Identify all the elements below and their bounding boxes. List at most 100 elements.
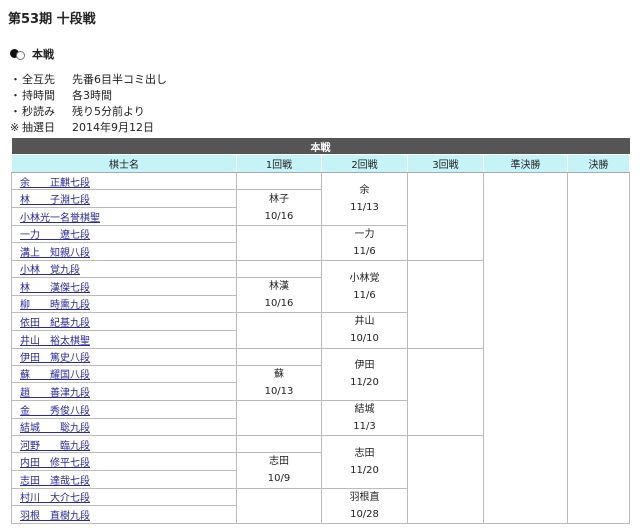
round1-empty-cell <box>236 224 322 261</box>
rule-value: 残り5分前より <box>72 105 145 118</box>
winner-name: 結城 <box>354 404 375 416</box>
round3-cell <box>407 172 484 261</box>
player-link[interactable]: 趙 善津九段 <box>20 388 90 399</box>
winner-name: 林子 <box>269 193 289 205</box>
match-date: 10/16 <box>264 210 294 222</box>
rule-item: ・秒読み 残り5分前より <box>10 105 145 118</box>
match-date: 11/20 <box>350 464 379 476</box>
round3-cell <box>407 259 484 349</box>
rule-label: 全互先 <box>22 73 55 86</box>
round1-empty-cell <box>236 435 322 454</box>
player-link[interactable]: 蘇 耀国八段 <box>20 370 90 381</box>
player-cell: 内田 修平七段 <box>11 452 237 471</box>
winner-name: 伊田 <box>354 360 375 372</box>
player-cell: 一力 遼七段 <box>11 224 237 244</box>
player-cell: 林 漢傑七段 <box>11 277 237 296</box>
player-link[interactable]: 結城 聡九段 <box>20 423 90 434</box>
round2-result: 志田 11/20 <box>321 435 408 489</box>
winner-name: 井山 <box>354 316 375 328</box>
player-cell: 村川 大介七段 <box>11 487 237 507</box>
rule-label: 秒読み <box>22 105 55 118</box>
player-cell: 依田 紀基九段 <box>11 312 237 331</box>
player-link[interactable]: 余 正麒七段 <box>20 178 90 189</box>
match-date: 10/28 <box>350 508 379 520</box>
player-link[interactable]: 伊田 篤史八段 <box>20 353 90 364</box>
player-link[interactable]: 溝上 知親八段 <box>20 248 90 259</box>
match-date: 10/9 <box>267 473 291 485</box>
player-cell: 蘇 耀国八段 <box>11 364 237 384</box>
rule-item: ・全互先 先番6目半コミ出し <box>10 73 167 86</box>
player-link[interactable]: 林 漢傑七段 <box>20 283 90 294</box>
bracket-caption: 本戦 <box>11 138 630 155</box>
round2-result: 結城 11/3 <box>321 399 408 437</box>
tournament-bracket: 本戦 棋士名 1回戦 2回戦 3回戦 準決勝 決勝 余 正麒七段 余 11/13 … <box>11 138 631 525</box>
player-cell: 井山 裕太棋聖 <box>11 329 237 349</box>
player-link[interactable]: 内田 修平七段 <box>20 458 90 469</box>
player-link[interactable]: 小林 覚九段 <box>20 265 80 276</box>
player-link[interactable]: 河野 臨九段 <box>20 441 90 452</box>
player-link[interactable]: 井山 裕太棋聖 <box>20 336 90 347</box>
player-cell: 趙 善津九段 <box>11 382 237 401</box>
match-date: 10/13 <box>264 385 294 397</box>
player-cell: 志田 達哉七段 <box>11 469 237 489</box>
winner-name: 林漢 <box>269 281 289 293</box>
header-player-name: 棋士名 <box>11 154 237 174</box>
round3-cell <box>407 435 484 524</box>
header-final: 決勝 <box>566 154 631 174</box>
player-link[interactable]: 村川 大介七段 <box>20 493 90 504</box>
round1-result: 林漢 10/16 <box>236 277 322 314</box>
winner-name: 志田 <box>354 447 375 459</box>
player-link[interactable]: 依田 紀基九段 <box>20 318 90 329</box>
winner-name: 志田 <box>269 456 289 468</box>
header-semifinal: 準決勝 <box>483 154 568 174</box>
player-cell: 結城 聡九段 <box>11 417 237 437</box>
round1-empty-cell <box>236 312 322 349</box>
match-date: 11/13 <box>350 201 379 213</box>
rule-label: 抽選日 <box>22 121 55 134</box>
round1-result: 志田 10/9 <box>236 452 322 489</box>
player-cell: 林 子淵七段 <box>11 189 237 209</box>
round2-result: 余 11/13 <box>321 172 408 226</box>
round2-result: 一力 11/6 <box>321 224 408 261</box>
player-link[interactable]: 柳 時熏九段 <box>20 300 90 311</box>
rules-list: ・全互先 先番6目半コミ出し ・持時間 各3時間 ・秒読み 残り5分前より ※ 抽選日 2… <box>10 72 167 136</box>
match-date: 10/16 <box>264 298 294 310</box>
player-link[interactable]: 一力 遼七段 <box>20 230 90 241</box>
winner-name: 羽根直 <box>349 491 380 503</box>
rule-label: 持時間 <box>22 89 55 102</box>
player-link[interactable]: 羽根 直樹九段 <box>20 511 90 522</box>
round1-result: 蘇 10/13 <box>236 364 322 401</box>
go-stones-icon <box>10 48 26 60</box>
rule-value: 各3時間 <box>72 89 112 102</box>
header-round-2: 2回戦 <box>321 154 408 174</box>
round1-empty-cell <box>236 487 322 525</box>
page-title: 第53期 十段戦 <box>8 12 96 27</box>
round2-result: 伊田 11/20 <box>321 347 408 401</box>
rule-item: ※ 抽選日 2014年9月12日 <box>10 121 154 134</box>
match-date: 11/3 <box>353 421 376 433</box>
match-date: 11/6 <box>353 245 376 257</box>
winner-name: 余 <box>359 184 370 196</box>
winner-name: 小林覚 <box>349 272 380 284</box>
round2-result: 井山 10/10 <box>321 312 408 349</box>
rule-value: 先番6目半コミ出し <box>72 73 167 86</box>
round1-empty-cell <box>236 347 322 366</box>
player-cell: 小林光一名誉棋聖 <box>11 207 237 226</box>
winner-name: 一力 <box>354 228 375 240</box>
player-link[interactable]: 小林光一名誉棋聖 <box>20 213 100 224</box>
rule-item: ・持時間 各3時間 <box>10 89 112 102</box>
player-link[interactable]: 金 秀俊八段 <box>20 406 90 417</box>
player-cell: 羽根 直樹九段 <box>11 505 237 524</box>
player-link[interactable]: 志田 達哉七段 <box>20 476 90 487</box>
player-cell: 余 正麒七段 <box>11 172 237 191</box>
final-cell <box>566 172 631 524</box>
player-cell: 柳 時熏九段 <box>11 294 237 314</box>
round1-result: 林子 10/16 <box>236 189 322 226</box>
round2-result: 小林覚 11/6 <box>321 259 408 314</box>
rule-value: 2014年9月12日 <box>72 121 154 134</box>
winner-name: 蘇 <box>274 368 284 380</box>
player-link[interactable]: 林 子淵七段 <box>20 195 90 206</box>
round1-empty-cell <box>236 172 322 191</box>
section-heading: 本戦 <box>10 46 54 62</box>
player-cell: 小林 覚九段 <box>11 259 237 279</box>
